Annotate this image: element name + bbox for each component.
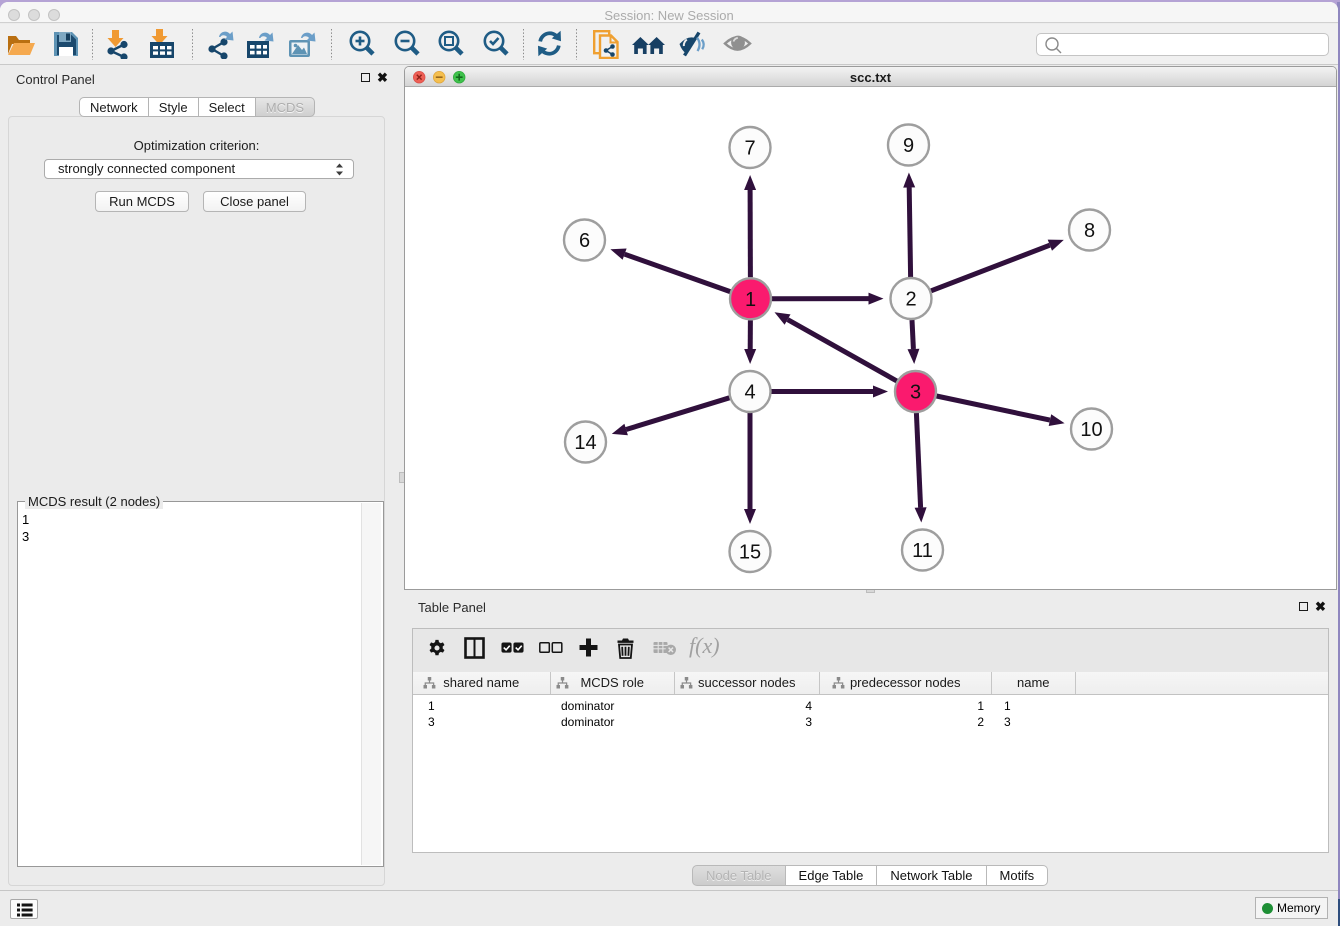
svg-text:10: 10 — [1080, 419, 1102, 441]
svg-text:15: 15 — [739, 541, 761, 563]
svg-text:8: 8 — [1084, 220, 1095, 242]
svg-text:2: 2 — [905, 288, 916, 310]
svg-text:3: 3 — [910, 381, 921, 403]
svg-text:6: 6 — [579, 230, 590, 252]
svg-text:1: 1 — [745, 288, 756, 310]
svg-text:9: 9 — [903, 135, 914, 157]
svg-text:11: 11 — [912, 540, 933, 562]
svg-text:4: 4 — [744, 381, 755, 403]
svg-text:14: 14 — [574, 432, 596, 454]
svg-text:7: 7 — [744, 137, 755, 159]
